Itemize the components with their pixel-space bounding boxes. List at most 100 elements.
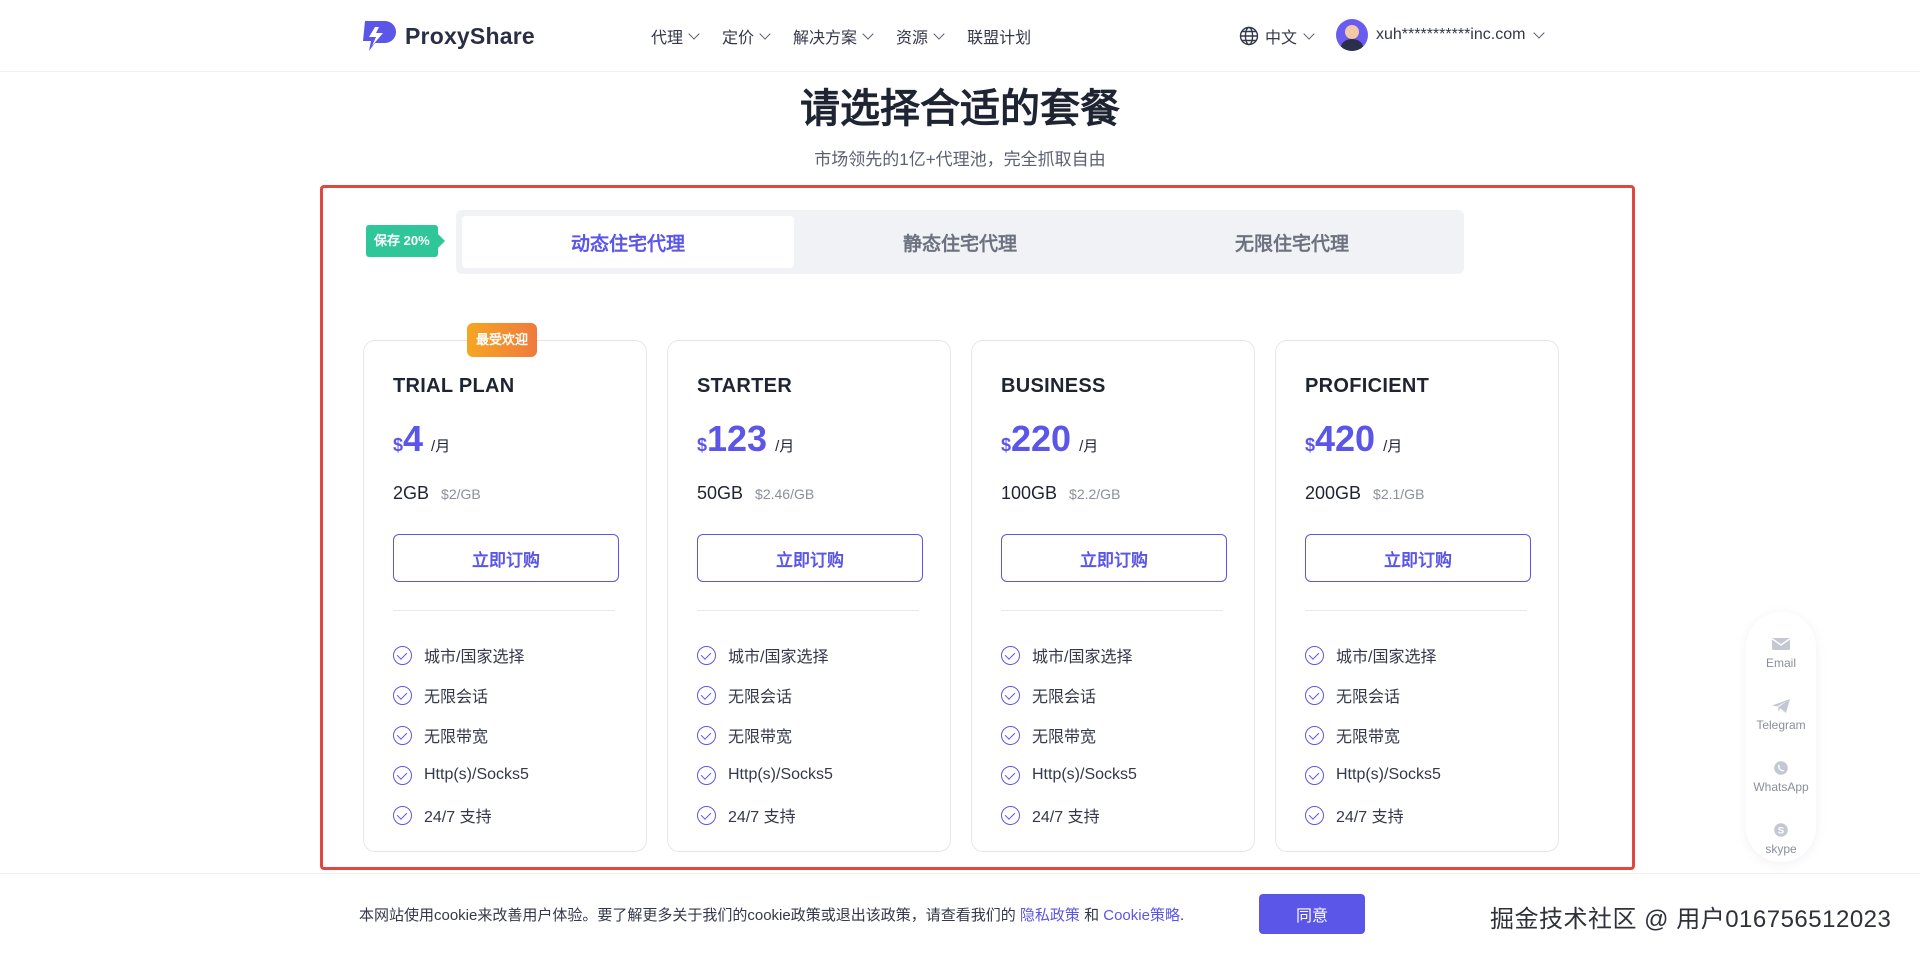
check-circle-icon	[393, 765, 412, 785]
feature-item: 无限带宽	[1305, 715, 1441, 755]
cookie-consent-bar: 本网站使用cookie来改善用户体验。要了解更多关于我们的cookie政策或退出…	[0, 873, 1920, 953]
feature-label: Http(s)/Socks5	[1336, 766, 1441, 783]
check-circle-icon	[1001, 805, 1020, 825]
agree-button[interactable]: 同意	[1259, 894, 1365, 934]
feature-item: 无限会话	[393, 675, 529, 715]
nav-item-proxy[interactable]: 代理	[651, 24, 700, 48]
cookie-policy-link[interactable]: Cookie策略	[1103, 907, 1180, 924]
feature-item: 无限会话	[1305, 675, 1441, 715]
feature-item: 城市/国家选择	[1001, 635, 1137, 675]
check-circle-icon	[1001, 685, 1020, 705]
contact-sidebar: Email Telegram WhatsApp S skype	[1746, 612, 1816, 862]
check-circle-icon	[1305, 685, 1324, 705]
unit-price: $2.2/GB	[1069, 486, 1121, 502]
contact-skype[interactable]: S skype	[1746, 822, 1816, 856]
plan-cards: 最受欢迎 TRIAL PLAN $ 4 /月 2GB $2/GB 立即订购 城市…	[363, 323, 1559, 852]
cookie-message: 本网站使用cookie来改善用户体验。要了解更多关于我们的cookie政策或退出…	[359, 907, 1020, 924]
feature-item: Http(s)/Socks5	[1305, 755, 1441, 795]
tab-dynamic-residential[interactable]: 动态住宅代理	[462, 216, 794, 268]
avatar	[1336, 19, 1368, 51]
globe-icon	[1239, 26, 1259, 46]
currency-symbol: $	[1001, 435, 1012, 455]
price-amount: 123	[707, 418, 768, 459]
plan-traffic: 50GB $2.46/GB	[697, 483, 814, 504]
contact-whatsapp[interactable]: WhatsApp	[1746, 760, 1816, 794]
cookie-and: 和	[1079, 907, 1104, 924]
traffic-amount: 200GB	[1305, 483, 1362, 503]
feature-label: 24/7 支持	[728, 809, 796, 826]
language-selector[interactable]: 中文	[1239, 24, 1315, 48]
nav-item-solutions[interactable]: 解决方案	[793, 24, 874, 48]
chevron-down-icon	[933, 28, 945, 40]
feature-label: Http(s)/Socks5	[728, 766, 833, 783]
feature-item: 24/7 支持	[1305, 795, 1441, 835]
feature-item: 24/7 支持	[1001, 795, 1137, 835]
feature-item: 无限带宽	[393, 715, 529, 755]
svg-text:S: S	[1778, 826, 1785, 837]
check-circle-icon	[697, 805, 716, 825]
nav-item-affiliate[interactable]: 联盟计划	[967, 24, 1031, 48]
feature-list: 城市/国家选择 无限会话 无限带宽 Http(s)/Socks5 24/7 支持	[1305, 635, 1441, 835]
main-nav: 代理 定价 解决方案 资源 联盟计划	[651, 24, 1031, 48]
chevron-down-icon	[1303, 28, 1315, 40]
plan-price: $ 420 /月	[1305, 421, 1402, 457]
buy-now-button[interactable]: 立即订购	[1001, 534, 1227, 582]
divider	[697, 610, 919, 611]
contact-email[interactable]: Email	[1746, 636, 1816, 670]
page-subtitle: 市场领先的1亿+代理池，完全抓取自由	[814, 150, 1106, 169]
feature-item: Http(s)/Socks5	[393, 755, 529, 795]
buy-now-button[interactable]: 立即订购	[697, 534, 923, 582]
feature-label: 24/7 支持	[424, 809, 492, 826]
check-circle-icon	[393, 725, 412, 745]
logo[interactable]: ProxyShare	[357, 19, 535, 53]
email-icon	[1772, 638, 1790, 650]
nav-item-resources[interactable]: 资源	[896, 24, 945, 48]
nav-label: 代理	[651, 30, 684, 47]
privacy-policy-link[interactable]: 隐私政策	[1020, 907, 1080, 924]
nav-label: 资源	[896, 30, 929, 47]
contact-label: skype	[1765, 842, 1797, 856]
currency-symbol: $	[697, 435, 708, 455]
traffic-amount: 2GB	[393, 483, 430, 503]
contact-telegram[interactable]: Telegram	[1746, 698, 1816, 732]
chevron-down-icon	[1533, 27, 1546, 39]
plan-card-trial: 最受欢迎 TRIAL PLAN $ 4 /月 2GB $2/GB 立即订购 城市…	[363, 323, 647, 852]
check-circle-icon	[697, 765, 716, 785]
plan-traffic: 200GB $2.1/GB	[1305, 483, 1424, 504]
check-circle-icon	[697, 725, 716, 745]
price-period: /月	[431, 438, 451, 455]
buy-now-button[interactable]: 立即订购	[1305, 534, 1531, 582]
check-circle-icon	[1305, 805, 1324, 825]
feature-label: 无限会话	[424, 689, 489, 706]
feature-item: 城市/国家选择	[697, 635, 833, 675]
check-circle-icon	[393, 685, 412, 705]
plan-price: $ 4 /月	[393, 421, 450, 457]
nav-item-pricing[interactable]: 定价	[722, 24, 771, 48]
feature-label: 城市/国家选择	[1032, 649, 1133, 666]
check-circle-icon	[1305, 645, 1324, 665]
feature-item: 无限会话	[1001, 675, 1137, 715]
feature-item: Http(s)/Socks5	[1001, 755, 1137, 795]
feature-label: 城市/国家选择	[728, 649, 829, 666]
unit-price: $2/GB	[441, 486, 481, 502]
top-navigation-bar: ProxyShare 代理 定价 解决方案 资源 联盟计划 中文 xuh****…	[0, 0, 1920, 72]
check-circle-icon	[1001, 645, 1020, 665]
plan-name: STARTER	[697, 375, 793, 397]
feature-item: 城市/国家选择	[393, 635, 529, 675]
price-amount: 420	[1315, 418, 1376, 459]
check-circle-icon	[393, 645, 412, 665]
feature-label: 无限带宽	[728, 729, 793, 746]
tab-unlimited-residential[interactable]: 无限住宅代理	[1126, 216, 1458, 268]
cookie-period: .	[1179, 907, 1185, 924]
contact-label: WhatsApp	[1753, 780, 1809, 794]
buy-now-button[interactable]: 立即订购	[393, 534, 619, 582]
feature-list: 城市/国家选择 无限会话 无限带宽 Http(s)/Socks5 24/7 支持	[1001, 635, 1137, 835]
feature-label: 城市/国家选择	[1336, 649, 1437, 666]
contact-label: Telegram	[1756, 718, 1806, 732]
check-circle-icon	[697, 685, 716, 705]
language-label: 中文	[1265, 30, 1298, 47]
tab-static-residential[interactable]: 静态住宅代理	[794, 216, 1126, 268]
user-menu[interactable]: xuh***********inc.com	[1336, 19, 1546, 51]
feature-item: Http(s)/Socks5	[697, 755, 833, 795]
plan-price: $ 123 /月	[697, 421, 794, 457]
